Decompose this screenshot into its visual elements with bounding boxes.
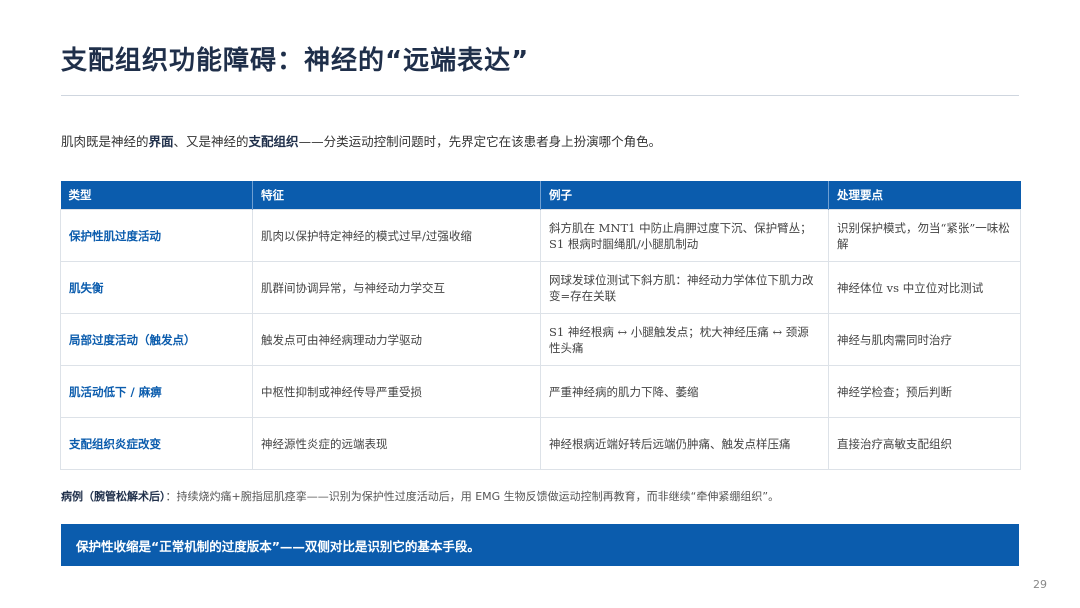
cell-type: 支配组织炎症改变 <box>60 417 253 470</box>
cell-feature: 中枢性抑制或神经传导严重受损 <box>252 365 541 418</box>
intro-bold-interface: 界面 <box>148 134 174 149</box>
cell-feature: 肌肉以保护特定神经的模式过早/过强收缩 <box>252 209 541 262</box>
intro-part-3: ——分类运动控制问题时，先界定它在该患者身上扮演哪个角色。 <box>298 134 662 149</box>
cell-example: 斜方肌在 MNT1 中防止肩胛过度下沉、保护臂丛；S1 根病时腘绳肌/小腿肌制动 <box>540 209 829 262</box>
table-header-row: 类型 特征 例子 处理要点 <box>60 181 1021 210</box>
table-row: 肌失衡 肌群间协调异常，与神经动力学交互 网球发球位测试下斜方肌：神经动力学体位… <box>60 261 1021 314</box>
table-row: 局部过度活动（触发点） 触发点可由神经病理动力学驱动 S1 神经根病 ↔ 小腿触… <box>60 313 1021 366</box>
cell-key-points: 识别保护模式，勿当“紧张”一味松解 <box>828 209 1021 262</box>
table-row: 支配组织炎症改变 神经源性炎症的远端表现 神经根病近端好转后远端仍肿痛、触发点样… <box>60 417 1021 470</box>
table-row: 保护性肌过度活动 肌肉以保护特定神经的模式过早/过强收缩 斜方肌在 MNT1 中… <box>60 209 1021 262</box>
case-label: 病例（腕管松解术后） <box>61 490 166 503</box>
cell-type: 局部过度活动（触发点） <box>60 313 253 366</box>
header-feature: 特征 <box>252 181 541 210</box>
banner-text: 保护性收缩是“正常机制的过度版本”——双侧对比是识别它的基本手段。 <box>76 538 480 554</box>
cell-example: S1 神经根病 ↔ 小腿触发点；枕大神经压痛 ↔ 颈源性头痛 <box>540 313 829 366</box>
case-text: ：持续烧灼痛+腕指屈肌痉挛——识别为保护性过度活动后，用 EMG 生物反馈做运动… <box>165 490 780 503</box>
classification-table: 类型 特征 例子 处理要点 保护性肌过度活动 肌肉以保护特定神经的模式过早/过强… <box>60 181 1021 470</box>
page-title: 支配组织功能障碍：神经的“远端表达” <box>61 46 530 76</box>
cell-example: 网球发球位测试下斜方肌：神经动力学体位下肌力改变=存在关联 <box>540 261 829 314</box>
intro-part-1: 肌肉既是神经的 <box>61 134 149 149</box>
cell-type: 肌活动低下 / 麻痹 <box>60 365 253 418</box>
cell-feature: 肌群间协调异常，与神经动力学交互 <box>252 261 541 314</box>
case-note: 病例（腕管松解术后）：持续烧灼痛+腕指屈肌痉挛——识别为保护性过度活动后，用 E… <box>61 488 779 504</box>
cell-key-points: 神经体位 vs 中立位对比测试 <box>828 261 1021 314</box>
intro-bold-innervated-tissue: 支配组织 <box>248 134 299 149</box>
header-key-points: 处理要点 <box>828 181 1021 210</box>
cell-example: 严重神经病的肌力下降、萎缩 <box>540 365 829 418</box>
intro-text: 肌肉既是神经的界面、又是神经的支配组织——分类运动控制问题时，先界定它在该患者身… <box>61 131 661 150</box>
intro-part-2: 、又是神经的 <box>173 134 249 149</box>
cell-feature: 触发点可由神经病理动力学驱动 <box>252 313 541 366</box>
cell-key-points: 直接治疗高敏支配组织 <box>828 417 1021 470</box>
cell-feature: 神经源性炎症的远端表现 <box>252 417 541 470</box>
header-example: 例子 <box>540 181 829 210</box>
cell-type: 保护性肌过度活动 <box>60 209 253 262</box>
header-type: 类型 <box>60 181 253 210</box>
cell-example: 神经根病近端好转后远端仍肿痛、触发点样压痛 <box>540 417 829 470</box>
table-row: 肌活动低下 / 麻痹 中枢性抑制或神经传导严重受损 严重神经病的肌力下降、萎缩 … <box>60 365 1021 418</box>
cell-key-points: 神经学检查；预后判断 <box>828 365 1021 418</box>
title-divider <box>61 95 1019 96</box>
cell-type: 肌失衡 <box>60 261 253 314</box>
summary-banner: 保护性收缩是“正常机制的过度版本”——双侧对比是识别它的基本手段。 <box>61 524 1019 566</box>
cell-key-points: 神经与肌肉需同时治疗 <box>828 313 1021 366</box>
page-number: 29 <box>1033 578 1047 591</box>
